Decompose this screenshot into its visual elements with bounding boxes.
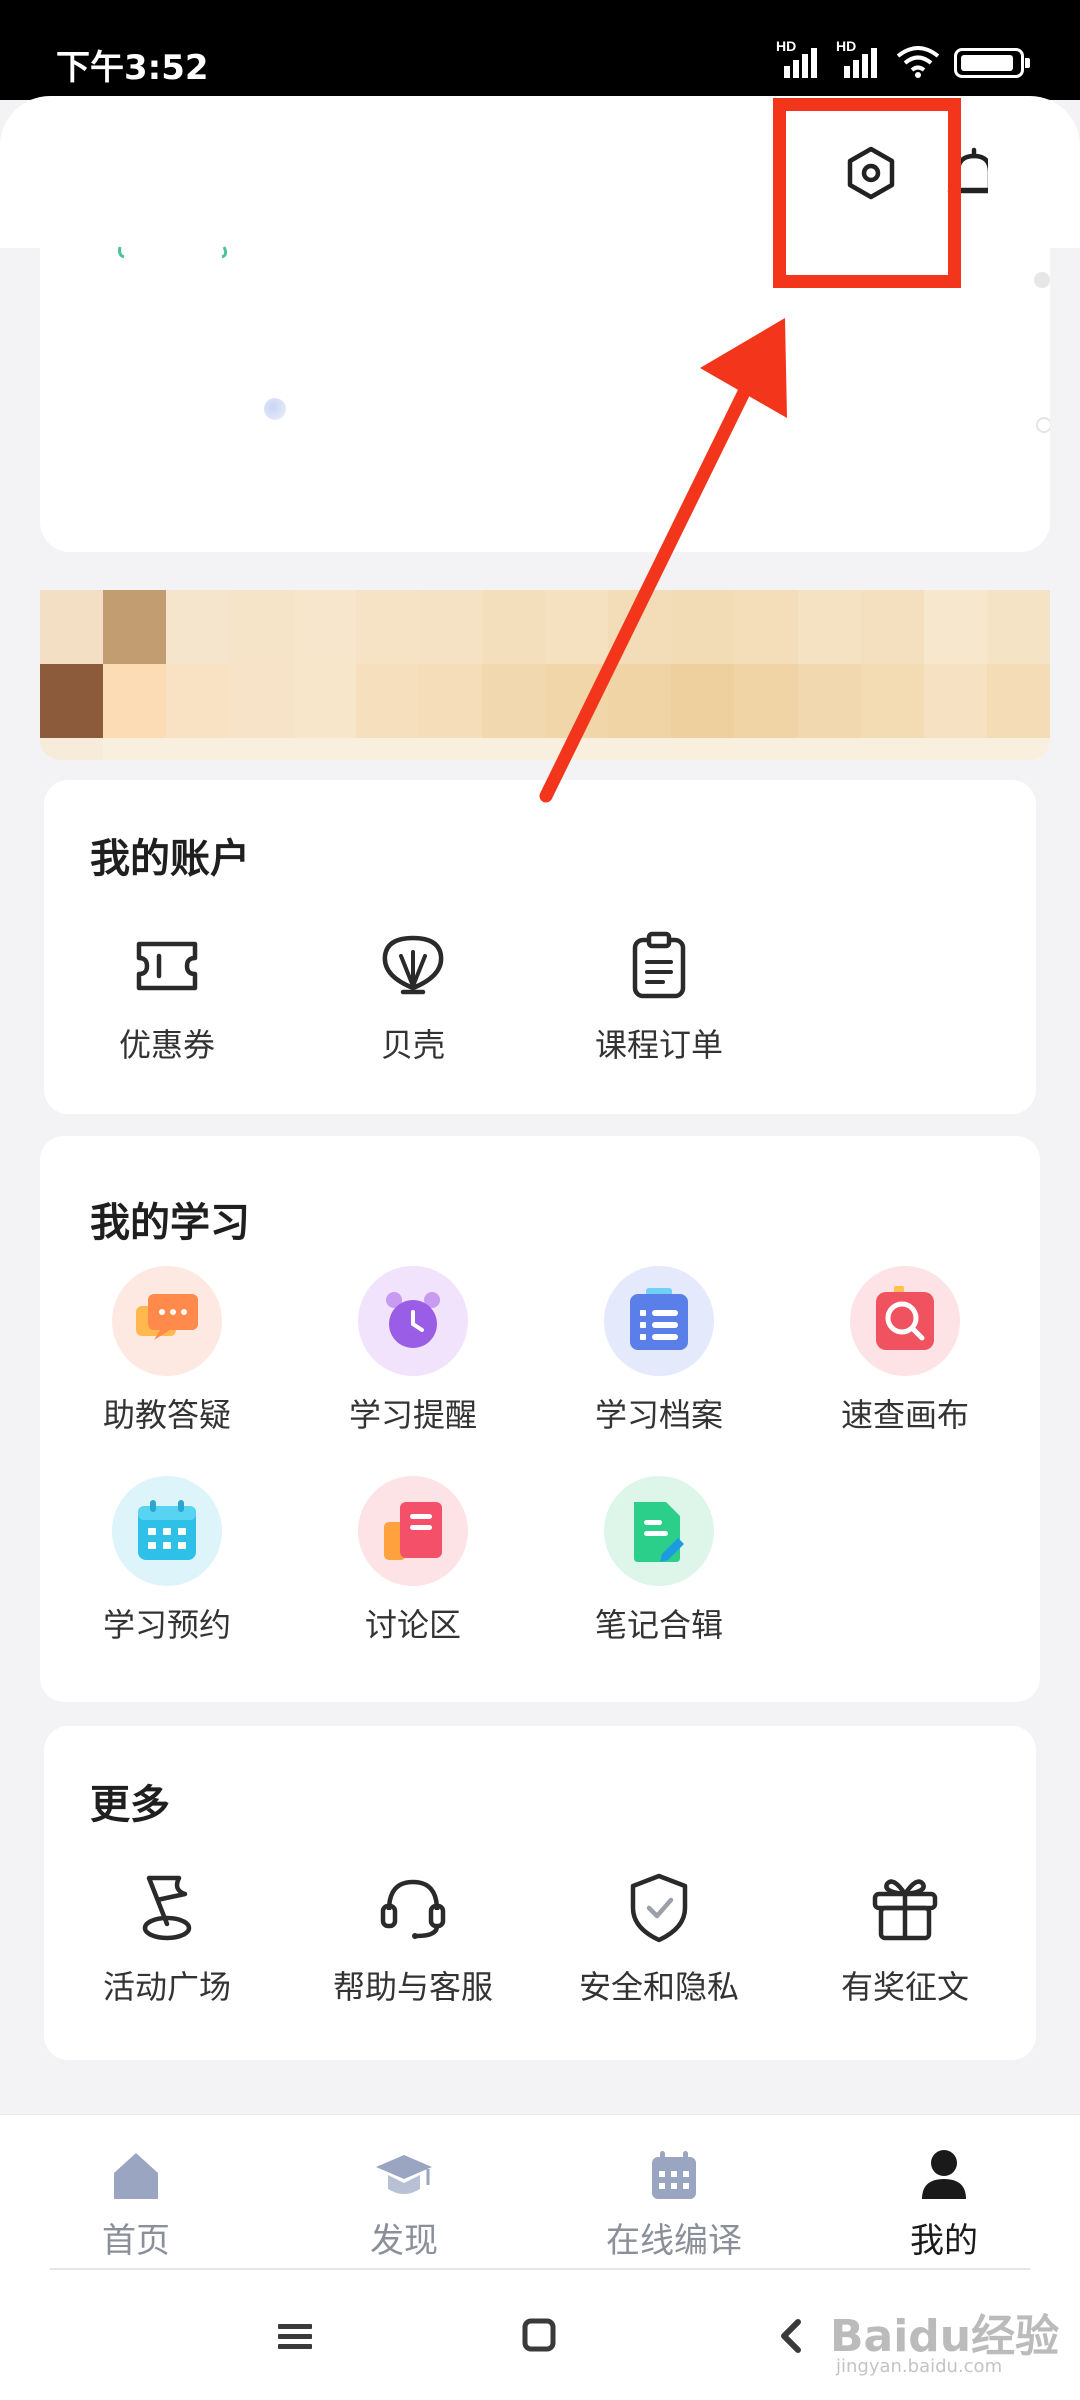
- nav-discover-label: 发现: [370, 2221, 438, 2261]
- flag-icon: [142, 1875, 192, 1941]
- bottom-nav: 首页 发现 在线编译 我的: [0, 2114, 1080, 2270]
- discussion-item[interactable]: 讨论区: [290, 1476, 536, 1646]
- account-title: 我的账户: [90, 836, 250, 882]
- more-card: 更多 活动广场 帮助与客服 安全和隐私 有奖征文: [44, 1726, 1036, 2060]
- discussion-icon: [384, 1502, 442, 1560]
- study-reminder-icon-bg: [358, 1266, 468, 1376]
- shell-label: 贝壳: [380, 1026, 445, 1064]
- notes-icon-bg: [604, 1476, 714, 1586]
- gift-icon: [872, 1879, 938, 1941]
- nav-online-compiler[interactable]: 在线编译: [574, 2145, 774, 2262]
- signal-icon: HD: [776, 38, 822, 78]
- shield-check-icon: [630, 1873, 688, 1943]
- nav-mine[interactable]: 我的: [844, 2145, 1044, 2262]
- study-booking-label: 学习预约: [102, 1606, 231, 1644]
- shell-item[interactable]: 贝壳: [290, 926, 536, 1066]
- watermark-subtext: jingyan.baidu.com: [836, 2356, 1003, 2377]
- tutor-qa-item[interactable]: 助教答疑: [44, 1266, 290, 1436]
- menu-icon[interactable]: [272, 2312, 322, 2362]
- list-document-icon: [630, 1288, 688, 1350]
- privacy-label: 安全和隐私: [578, 1968, 739, 2006]
- quick-canvas-item[interactable]: 速查画布: [782, 1266, 1028, 1436]
- more-title: 更多: [90, 1782, 170, 1828]
- status-icons: HD HD: [776, 38, 1030, 78]
- study-booking-item[interactable]: 学习预约: [44, 1476, 290, 1646]
- orders-item[interactable]: 课程订单: [536, 926, 782, 1066]
- study-card: 我的学习 助教答疑 学习提醒 学习档案 速查画布 学习预约 讨论区 笔记合辑: [40, 1136, 1040, 1702]
- profile-side-decoration: [1034, 272, 1050, 433]
- help-label: 帮助与客服: [332, 1968, 493, 2006]
- person-icon: [922, 2150, 966, 2199]
- study-archive-item[interactable]: 学习档案: [536, 1266, 782, 1436]
- ticket-icon: [136, 941, 198, 991]
- essay-contest-item[interactable]: 有奖征文: [782, 1868, 1028, 2008]
- study-title: 我的学习: [90, 1200, 250, 1246]
- status-time: 下午3:52: [56, 48, 209, 88]
- privacy-item[interactable]: 安全和隐私: [536, 1868, 782, 2008]
- calendar-grid-icon: [652, 2151, 696, 2199]
- status-bar: 下午3:52 HD HD: [0, 0, 1080, 100]
- quick-canvas-label: 速查画布: [840, 1396, 969, 1434]
- coupon-label: 优惠券: [118, 1026, 215, 1064]
- notes-label: 笔记合辑: [594, 1606, 723, 1644]
- home-square-icon[interactable]: [516, 2312, 566, 2362]
- highlight-box: [773, 98, 961, 288]
- quick-canvas-icon-bg: [850, 1266, 960, 1376]
- help-item[interactable]: 帮助与客服: [290, 1868, 536, 2008]
- coupon-item[interactable]: 优惠券: [44, 926, 290, 1066]
- activity-item[interactable]: 活动广场: [44, 1868, 290, 2008]
- nav-mine-label: 我的: [910, 2221, 978, 2261]
- discussion-icon-bg: [358, 1476, 468, 1586]
- back-icon[interactable]: [768, 2312, 818, 2362]
- discussion-label: 讨论区: [364, 1606, 461, 1644]
- activity-label: 活动广场: [102, 1968, 231, 2006]
- nav-home-label: 首页: [102, 2221, 170, 2261]
- profile-decoration: [118, 246, 228, 259]
- clipboard-icon: [632, 931, 686, 999]
- battery-icon: [954, 48, 1030, 78]
- nav-online-compiler-label: 在线编译: [606, 2221, 742, 2261]
- search-doc-icon: [876, 1286, 934, 1350]
- home-icon: [114, 2153, 158, 2199]
- note-pen-icon: [634, 1502, 684, 1562]
- study-booking-icon-bg: [112, 1476, 222, 1586]
- profile-card[interactable]: [40, 248, 1050, 552]
- watermark-text: Baidu经验: [830, 2311, 1060, 2362]
- study-archive-label: 学习档案: [594, 1396, 723, 1434]
- tutor-qa-label: 助教答疑: [102, 1396, 231, 1434]
- shell-icon: [382, 935, 444, 995]
- membership-banner[interactable]: [40, 590, 1050, 760]
- study-archive-icon-bg: [604, 1266, 714, 1376]
- tutor-qa-icon-bg: [112, 1266, 222, 1376]
- nav-discover[interactable]: 发现: [304, 2145, 504, 2262]
- signal-icon-2: HD: [836, 38, 882, 78]
- account-card: 我的账户 优惠券 贝壳 课程订单: [44, 780, 1036, 1114]
- wifi-icon: [896, 46, 940, 78]
- headset-icon: [380, 1879, 446, 1939]
- study-reminder-item[interactable]: 学习提醒: [290, 1266, 536, 1436]
- calendar-icon: [138, 1500, 196, 1560]
- chat-bubbles-icon: [136, 1294, 198, 1340]
- graduation-cap-icon: [376, 2155, 432, 2194]
- alarm-clock-icon: [386, 1292, 440, 1348]
- avatar-placeholder: [264, 398, 286, 420]
- notes-item[interactable]: 笔记合辑: [536, 1476, 782, 1646]
- orders-label: 课程订单: [594, 1026, 723, 1064]
- study-reminder-label: 学习提醒: [348, 1396, 477, 1434]
- essay-contest-label: 有奖征文: [840, 1968, 969, 2006]
- nav-home[interactable]: 首页: [36, 2145, 236, 2262]
